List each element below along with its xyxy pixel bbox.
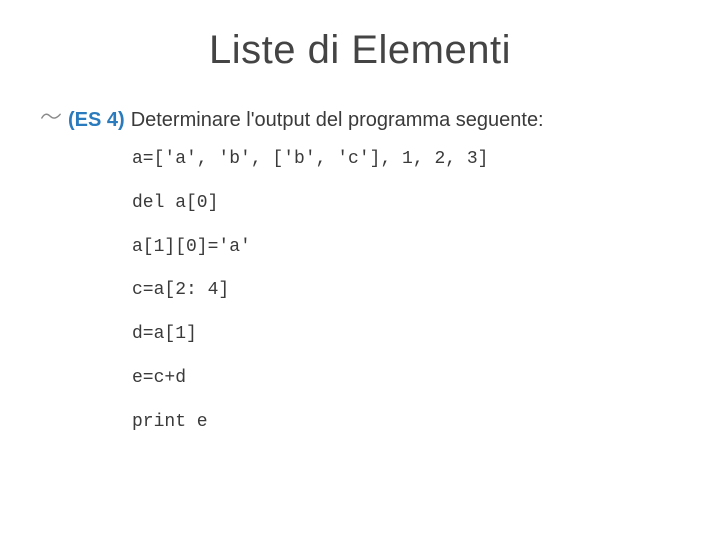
slide-body: (ES 4) Determinare l'output del programm… — [40, 108, 680, 457]
code-line: a[1][0]='a' — [132, 238, 680, 258]
exercise-line: (ES 4) Determinare l'output del programm… — [40, 108, 680, 132]
bullet-icon — [40, 108, 62, 128]
exercise-prompt: Determinare l'output del programma segue… — [131, 109, 544, 132]
slide: Liste di Elementi (ES 4) Determinare l'o… — [0, 0, 720, 540]
code-line: del a[0] — [132, 194, 680, 214]
code-block: a=['a', 'b', ['b', 'c'], 1, 2, 3] del a[… — [132, 150, 680, 433]
code-line: e=c+d — [132, 369, 680, 389]
code-line: print e — [132, 413, 680, 433]
code-line: d=a[1] — [132, 325, 680, 345]
page-title: Liste di Elementi — [0, 28, 720, 73]
code-line: a=['a', 'b', ['b', 'c'], 1, 2, 3] — [132, 150, 680, 170]
exercise-label: (ES 4) — [68, 109, 125, 132]
code-line: c=a[2: 4] — [132, 281, 680, 301]
